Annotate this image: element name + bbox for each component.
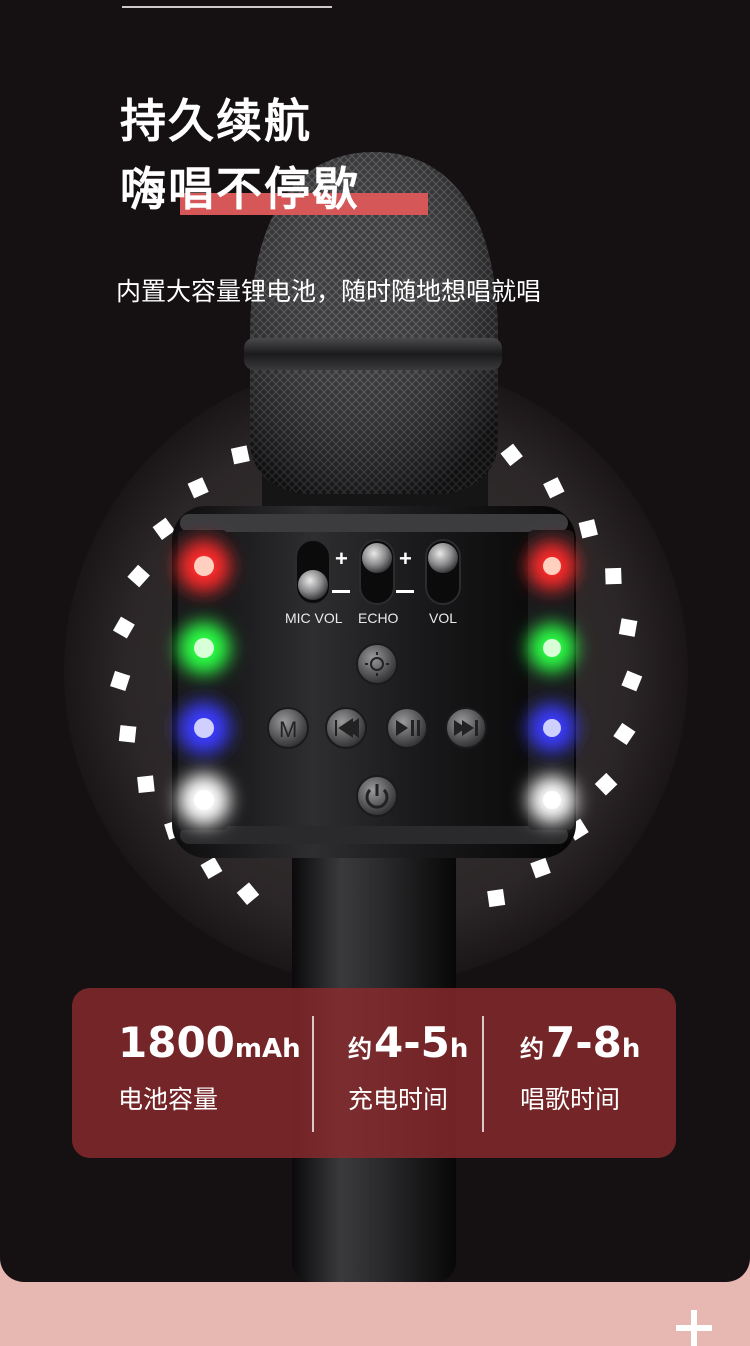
spec-singing: 约7-8h 唱歌时间 [520, 1022, 640, 1116]
spec-battery-label: 电池容量 [118, 1085, 219, 1114]
spec-battery-value: 1800 [118, 1018, 235, 1067]
spec-singing-unit: h [621, 1034, 641, 1064]
vol-label: VOL [429, 610, 457, 626]
plus-sign-left: + [335, 546, 348, 571]
spec-charge-value: 4-5 [374, 1018, 450, 1067]
spec-singing-label: 唱歌时间 [520, 1085, 621, 1114]
spec-charge: 约4-5h 充电时间 [348, 1022, 468, 1116]
spec-charge-unit: h [449, 1034, 469, 1064]
spec-divider [482, 1016, 484, 1132]
spec-battery: 1800mAh 电池容量 [118, 1022, 301, 1116]
spec-charge-label: 充电时间 [348, 1085, 449, 1114]
spec-battery-unit: mAh [234, 1034, 301, 1064]
spec-charge-prefix: 约 [348, 1035, 372, 1063]
headline-line-1: 持久续航 [120, 94, 312, 148]
spec-singing-value: 7-8 [546, 1018, 622, 1067]
dark-panel: 持久续航 嗨唱不停歇 内置大容量锂电池，随时随地想唱就唱 MIC VOL ECH… [0, 0, 750, 1282]
echo-label: ECHO [358, 610, 399, 626]
plus-sign-right: + [399, 546, 412, 571]
mic-vol-label: MIC VOL [285, 610, 343, 626]
spec-divider [312, 1016, 314, 1132]
mode-m-icon: M [279, 717, 297, 742]
headline-line-2: 嗨唱不停歇 [120, 162, 360, 216]
spec-card: 1800mAh 电池容量 约4-5h 充电时间 约7-8h 唱歌时间 [72, 988, 676, 1158]
plus-icon [676, 1310, 712, 1346]
headline-subtitle: 内置大容量锂电池，随时随地想唱就唱 [116, 277, 542, 306]
spec-singing-prefix: 约 [520, 1035, 544, 1063]
